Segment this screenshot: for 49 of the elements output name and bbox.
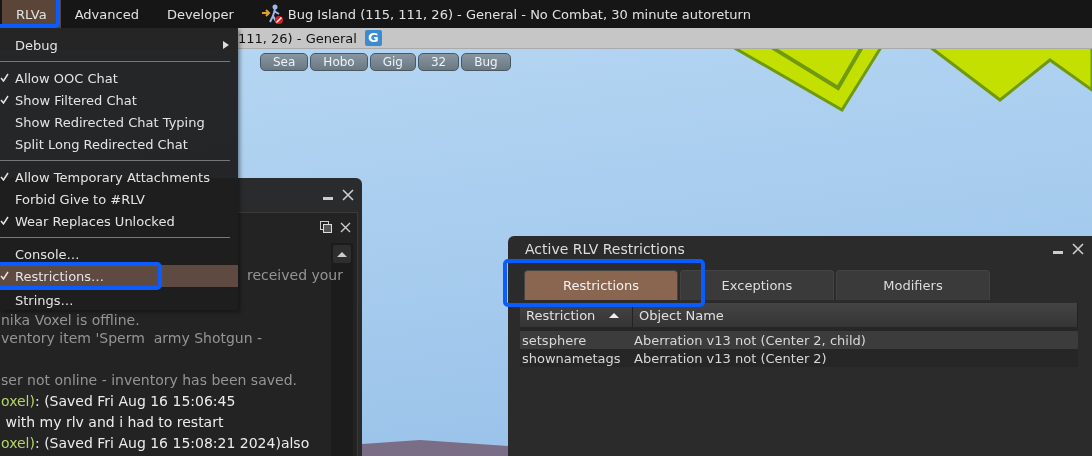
- menu-item[interactable]: Allow OOC Chat: [0, 67, 238, 89]
- location-text: 111, 26) - General: [238, 30, 357, 46]
- figure-with-no-sign-icon[interactable]: [260, 4, 283, 24]
- chat-line: oxel): (Saved Fri Aug 16 15:06:45: [1, 392, 236, 411]
- tab[interactable]: Exceptions: [680, 270, 834, 300]
- location-text: Bug Island (115, 111, 26) - General - No Combat, 30 minute autoreturn: [287, 6, 751, 22]
- checkmark-icon: [0, 95, 9, 104]
- menu-item[interactable]: Restrictions…: [0, 265, 238, 287]
- checkmark-icon: [0, 216, 9, 225]
- table-row[interactable]: setsphere Aberration v13 not (Center 2, child): [520, 331, 1078, 349]
- table-cell-text: Aberration v13 not (Center 2, child): [633, 332, 867, 348]
- menu-item[interactable]: Console…: [0, 243, 238, 265]
- menu-item[interactable]: Advanced: [60, 0, 153, 28]
- menu-item[interactable]: Strings…: [0, 290, 238, 310]
- menu-item[interactable]: Wear Replaces Unlocked: [0, 210, 238, 232]
- highlight-frame: [0, 0, 60, 28]
- menu-item[interactable]: Allow Temporary Attachments: [0, 166, 238, 188]
- chat-line: nika Voxel is offline.: [1, 311, 140, 330]
- chat-line: oxel): (Saved Fri Aug 16 15:08:21 2024)also: [1, 434, 310, 453]
- sort-arrow-icon[interactable]: [609, 312, 620, 318]
- close-icon[interactable]: [340, 221, 351, 233]
- checkmark-icon: [0, 73, 9, 82]
- window-title: Active RLV Restrictions: [525, 241, 686, 257]
- tab[interactable]: Modifiers: [836, 270, 990, 300]
- column-header[interactable]: Restriction: [526, 307, 596, 323]
- table-row[interactable]: shownametags Aberration v13 not (Center 2): [520, 349, 1078, 367]
- menu-item[interactable]: Forbid Give to #RLV: [0, 188, 238, 210]
- menu-item[interactable]: Debug: [0, 34, 238, 56]
- chat-line: ventory item 'Sperm army Shotgun -: [1, 329, 263, 348]
- checkmark-icon: [0, 271, 9, 280]
- menu-item[interactable]: Show Redirected Chat Typing: [0, 111, 238, 133]
- menu-item[interactable]: Developer: [152, 0, 248, 28]
- submenu-arrow-icon: [223, 41, 229, 49]
- chat-line: ser not online - inventory has been saved.: [1, 371, 297, 390]
- close-icon[interactable]: [1072, 243, 1084, 255]
- table-cell-text: Aberration v13 not (Center 2): [633, 350, 828, 366]
- menu-item[interactable]: Split Long Redirected Chat: [0, 133, 238, 155]
- table-cell-text: shownametags: [521, 350, 622, 366]
- scroll-up-icon[interactable]: [333, 245, 351, 263]
- tab[interactable]: Restrictions: [524, 270, 678, 300]
- column-header[interactable]: Object Name: [639, 307, 724, 323]
- menu-item[interactable]: Show Filtered Chat: [0, 89, 238, 111]
- checkmark-icon: [0, 172, 9, 181]
- table-cell-text: setsphere: [521, 332, 588, 348]
- close-icon[interactable]: [342, 189, 354, 201]
- chat-line: received your: [247, 266, 343, 285]
- detach-icon[interactable]: [320, 221, 332, 233]
- chat-line: with my rlv and i had to restart: [4, 413, 224, 432]
- region-badge[interactable]: G: [364, 30, 382, 46]
